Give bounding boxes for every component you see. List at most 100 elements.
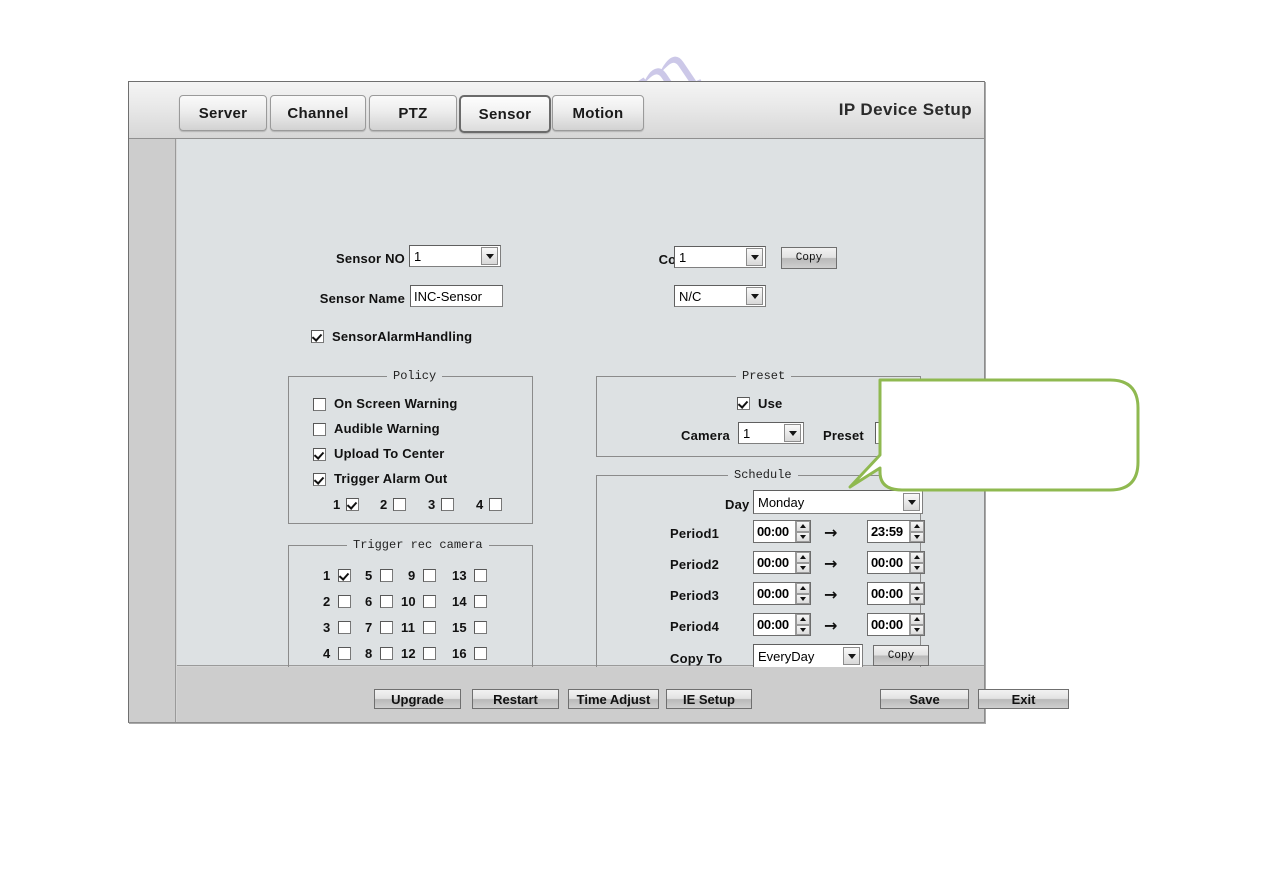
schedule-group: Schedule Day Monday Period1 00:00 → 23:5…: [596, 468, 929, 679]
camera-9-checkbox[interactable]: [423, 569, 436, 582]
chevron-down-icon[interactable]: [784, 424, 801, 442]
spinner-up-icon[interactable]: [796, 521, 810, 532]
camera-1-label: 1: [323, 568, 331, 583]
policy-group: Policy On Screen Warning Audible Warning…: [288, 369, 533, 524]
camera-11-checkbox[interactable]: [423, 621, 436, 634]
policy-trigger-alarm-out-checkbox[interactable]: [313, 473, 326, 486]
tab-channel[interactable]: Channel: [270, 95, 366, 131]
upgrade-button[interactable]: Upgrade: [374, 689, 461, 709]
trigger-rec-camera-group: Trigger rec camera 1 2 3 4 5 6 7 8 9 10 …: [288, 538, 533, 679]
ip-device-setup-window: Server Channel PTZ Sensor Motion IP Devi…: [128, 81, 1069, 723]
sensor-alarm-handling-checkbox[interactable]: [311, 330, 324, 343]
spinner-up-icon[interactable]: [796, 552, 810, 563]
chevron-down-icon[interactable]: [481, 247, 498, 265]
window-title: IP Device Setup: [838, 100, 972, 119]
sensor-no-dropdown[interactable]: 1: [409, 245, 501, 267]
period2-start-spinner[interactable]: 00:00: [753, 551, 811, 574]
policy-on-screen-warning-checkbox[interactable]: [313, 398, 326, 411]
preset-use-checkbox[interactable]: [737, 397, 750, 410]
sensor-name-input[interactable]: INC-Sensor: [410, 285, 503, 307]
preset-camera-label: Camera: [681, 428, 730, 443]
save-button[interactable]: Save: [880, 689, 969, 709]
camera-2-checkbox[interactable]: [338, 595, 351, 608]
left-rail: [129, 139, 176, 722]
period3-start-value: 00:00: [757, 586, 789, 601]
policy-on-screen-warning-label: On Screen Warning: [334, 396, 458, 411]
period4-start-spinner[interactable]: 00:00: [753, 613, 811, 636]
period1-start-spinner[interactable]: 00:00: [753, 520, 811, 543]
spinner-up-icon[interactable]: [910, 583, 924, 594]
copy-sensor-button[interactable]: Copy: [781, 247, 837, 269]
policy-audible-warning-checkbox[interactable]: [313, 423, 326, 436]
period2-end-spinner[interactable]: 00:00: [867, 551, 925, 574]
camera-14-label: 14: [452, 594, 467, 609]
period3-end-spinner[interactable]: 00:00: [867, 582, 925, 605]
spinner-down-icon[interactable]: [910, 624, 924, 635]
camera-15-checkbox[interactable]: [474, 621, 487, 634]
period2-arrow-icon: →: [824, 554, 838, 573]
preset-camera-dropdown[interactable]: 1: [738, 422, 804, 444]
schedule-day-label: Day: [725, 497, 750, 512]
trigger-rec-camera-title: Trigger rec camera: [347, 538, 489, 552]
alarm-out-2-checkbox[interactable]: [393, 498, 406, 511]
spinner-down-icon[interactable]: [910, 531, 924, 542]
camera-4-checkbox[interactable]: [338, 647, 351, 660]
chevron-down-icon[interactable]: [746, 287, 763, 305]
spinner-down-icon[interactable]: [796, 593, 810, 604]
alarm-out-1-checkbox[interactable]: [346, 498, 359, 511]
policy-group-title: Policy: [387, 369, 443, 383]
preset-number-dropdown[interactable]: [875, 422, 928, 444]
period3-start-spinner[interactable]: 00:00: [753, 582, 811, 605]
copy-to-sensor-dropdown[interactable]: 1: [674, 246, 766, 268]
camera-9-label: 9: [408, 568, 416, 583]
camera-16-checkbox[interactable]: [474, 647, 487, 660]
spinner-down-icon[interactable]: [910, 593, 924, 604]
schedule-day-dropdown[interactable]: Monday: [753, 490, 923, 514]
period4-end-spinner[interactable]: 00:00: [867, 613, 925, 636]
period2-label: Period2: [670, 557, 720, 572]
ie-setup-button[interactable]: IE Setup: [666, 689, 752, 709]
spinner-down-icon[interactable]: [910, 562, 924, 573]
spinner-down-icon[interactable]: [796, 531, 810, 542]
camera-5-checkbox[interactable]: [380, 569, 393, 582]
exit-button[interactable]: Exit: [978, 689, 1069, 709]
chevron-down-icon[interactable]: [843, 647, 860, 665]
chevron-down-icon[interactable]: [746, 248, 763, 266]
chevron-down-icon[interactable]: [908, 424, 925, 442]
tab-sensor[interactable]: Sensor: [459, 95, 551, 133]
spinner-up-icon[interactable]: [910, 614, 924, 625]
tab-motion[interactable]: Motion: [552, 95, 644, 131]
period1-end-spinner[interactable]: 23:59: [867, 520, 925, 543]
camera-10-checkbox[interactable]: [423, 595, 436, 608]
policy-upload-to-center-checkbox[interactable]: [313, 448, 326, 461]
type-dropdown[interactable]: N/C: [674, 285, 766, 307]
alarm-out-3-checkbox[interactable]: [441, 498, 454, 511]
alarm-out-4-label: 4: [476, 497, 484, 512]
camera-13-checkbox[interactable]: [474, 569, 487, 582]
camera-1-checkbox[interactable]: [338, 569, 351, 582]
restart-button[interactable]: Restart: [472, 689, 559, 709]
camera-14-checkbox[interactable]: [474, 595, 487, 608]
period3-arrow-icon: →: [824, 585, 838, 604]
alarm-out-4-checkbox[interactable]: [489, 498, 502, 511]
spinner-down-icon[interactable]: [796, 562, 810, 573]
spinner-down-icon[interactable]: [796, 624, 810, 635]
camera-8-checkbox[interactable]: [380, 647, 393, 660]
chevron-down-icon[interactable]: [903, 493, 920, 511]
spinner-up-icon[interactable]: [796, 614, 810, 625]
camera-12-checkbox[interactable]: [423, 647, 436, 660]
camera-7-checkbox[interactable]: [380, 621, 393, 634]
time-adjust-button[interactable]: Time Adjust: [568, 689, 659, 709]
period4-end-value: 00:00: [871, 617, 903, 632]
sensor-settings-panel: Sensor NO 1 Sensor Name INC-Sensor Copy …: [177, 139, 984, 679]
camera-3-checkbox[interactable]: [338, 621, 351, 634]
schedule-copy-to-dropdown[interactable]: EveryDay: [753, 644, 863, 668]
schedule-copy-button[interactable]: Copy: [873, 645, 929, 666]
spinner-up-icon[interactable]: [796, 583, 810, 594]
camera-6-checkbox[interactable]: [380, 595, 393, 608]
tab-server[interactable]: Server: [179, 95, 267, 131]
sensor-no-label: Sensor NO: [336, 251, 405, 266]
tab-ptz[interactable]: PTZ: [369, 95, 457, 131]
spinner-up-icon[interactable]: [910, 521, 924, 532]
spinner-up-icon[interactable]: [910, 552, 924, 563]
